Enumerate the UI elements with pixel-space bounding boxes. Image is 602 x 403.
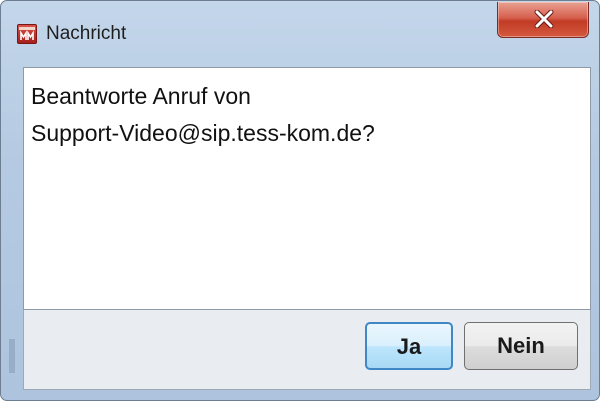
message-area: Beantworte Anruf von Support-Video@sip.t… [23,67,591,310]
message-dialog: Nachricht Beantworte Anruf von Support-V… [0,0,600,401]
window-border-notch [9,339,15,373]
button-bar: Ja Nein [23,310,591,390]
no-button[interactable]: Nein [464,322,578,370]
message-text: Beantworte Anruf von Support-Video@sip.t… [31,78,375,152]
window-title: Nachricht [46,23,127,44]
close-button[interactable] [497,2,589,38]
title-bar[interactable]: Nachricht [1,1,599,56]
close-icon [534,10,554,28]
app-logo-icon [17,24,37,44]
yes-button[interactable]: Ja [365,322,453,370]
message-line-2: Support-Video@sip.tess-kom.de? [31,120,375,146]
message-line-1: Beantworte Anruf von [31,83,251,109]
